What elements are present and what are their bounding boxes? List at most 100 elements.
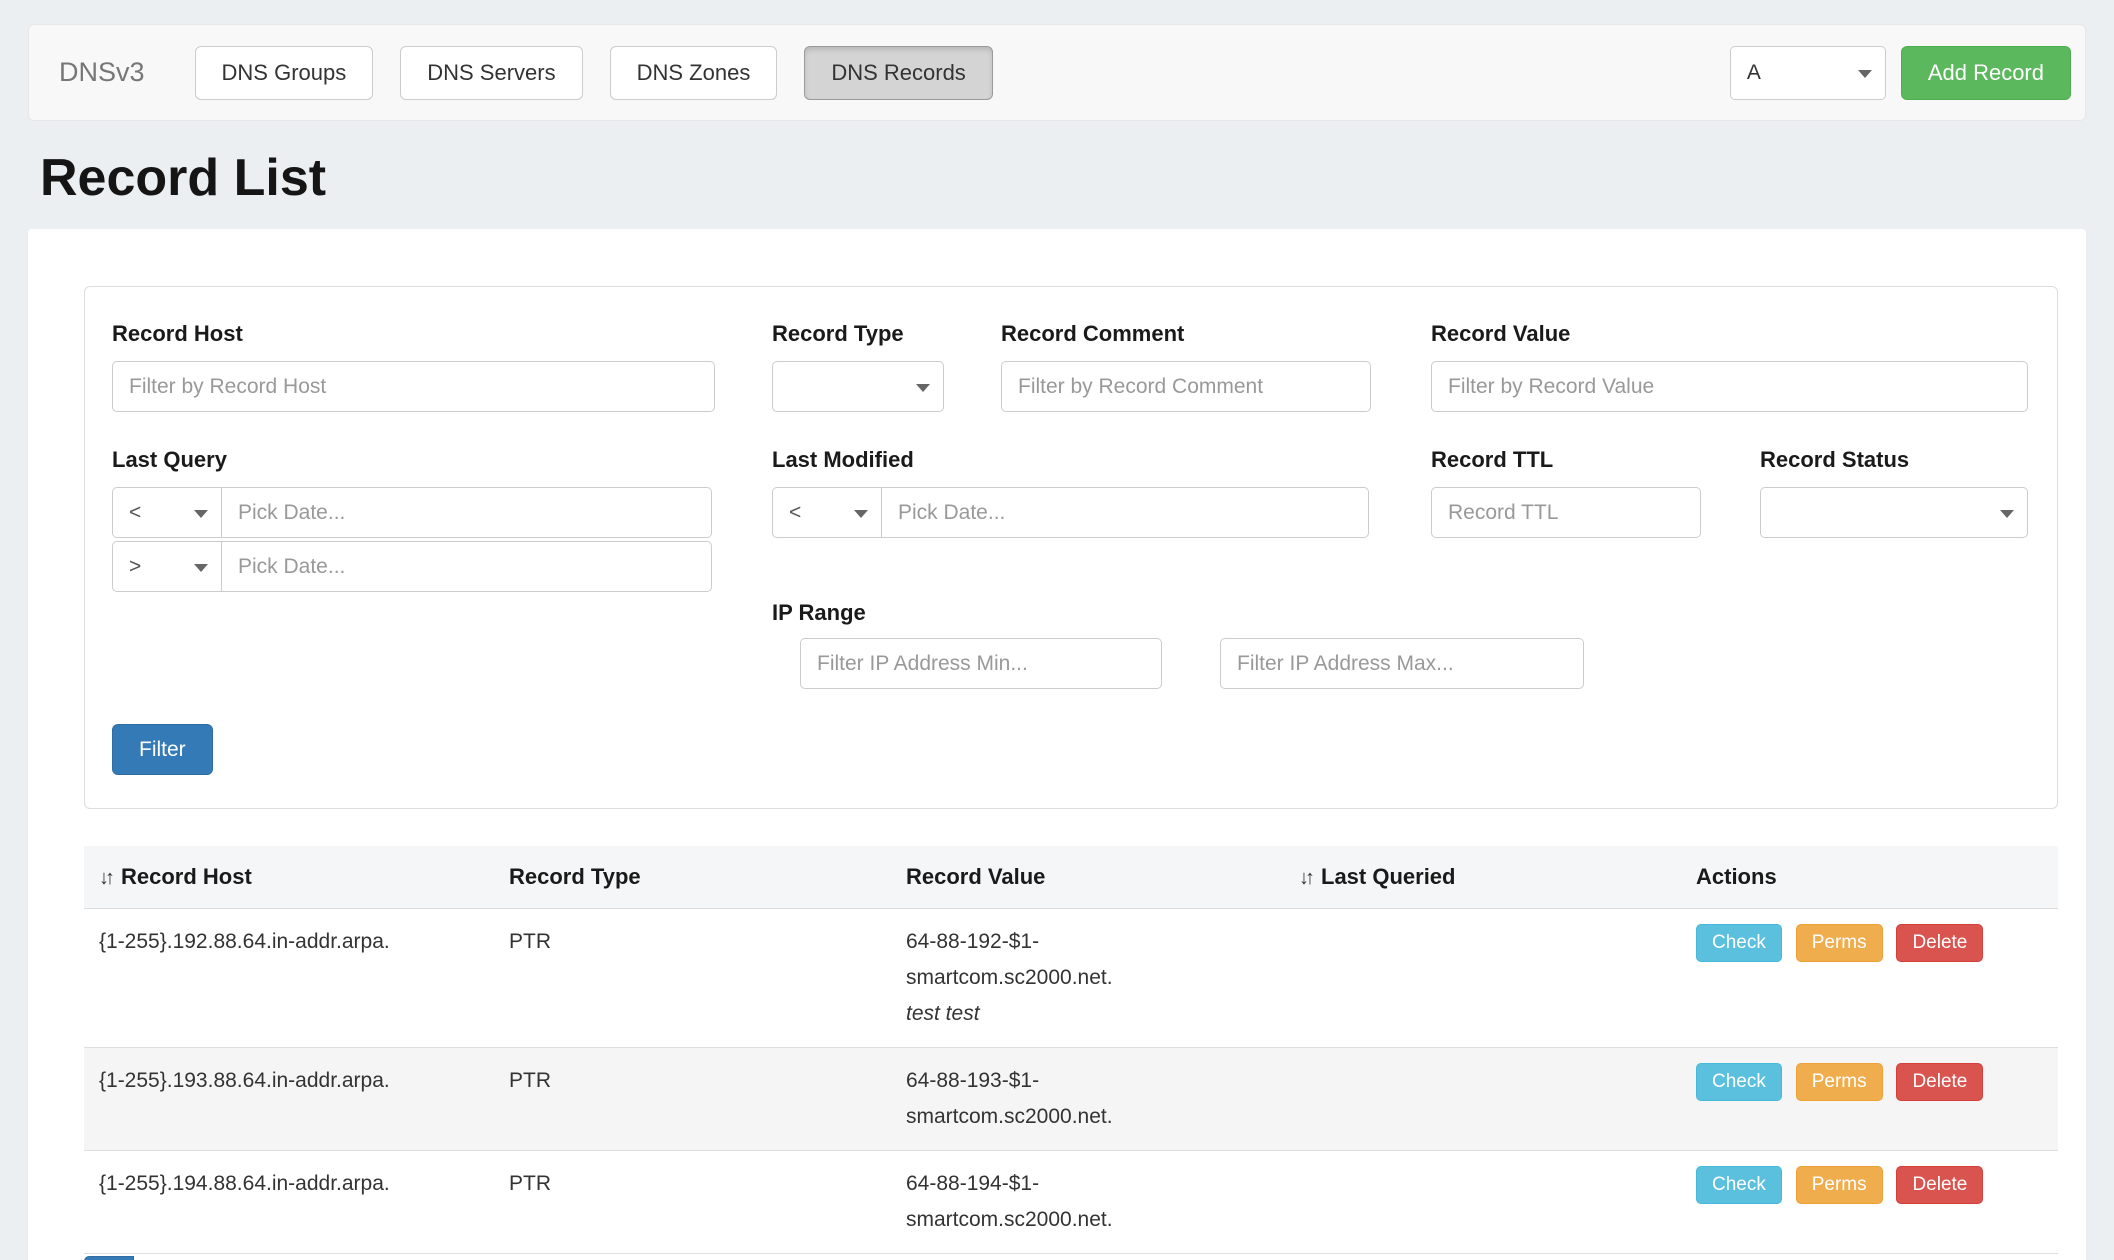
caret-down-icon <box>194 564 208 572</box>
table-header-row: ↓↑ Record Host Record Type Record Value ↓… <box>84 846 2058 909</box>
header-actions: Actions <box>1681 846 2058 909</box>
last-query-operator-select-greater[interactable]: > <box>112 541 222 592</box>
header-last-queried-label: Last Queried <box>1321 864 1455 889</box>
header-record-value-label: Record Value <box>906 864 1045 889</box>
table-row: {1-255}.193.88.64.in-addr.arpa. PTR 64-8… <box>84 1048 2058 1151</box>
last-modified-group: < <box>772 487 1369 538</box>
record-type-filter-select[interactable] <box>772 361 944 412</box>
last-query-after-date-input[interactable] <box>221 541 712 592</box>
record-value-text: 64-88-194-$1-smartcom.sc2000.net. <box>906 1166 1168 1238</box>
cell-last-queried <box>1284 1151 1681 1254</box>
cell-record-host: {1-255}.194.88.64.in-addr.arpa. <box>84 1151 494 1254</box>
table-row: {1-255}.194.88.64.in-addr.arpa. PTR 64-8… <box>84 1151 2058 1254</box>
add-record-button[interactable]: Add Record <box>1901 46 2071 100</box>
record-host-value: {1-255}.192.88.64.in-addr.arpa. <box>99 930 390 953</box>
cell-record-type: PTR <box>494 1151 891 1254</box>
perms-button[interactable]: Perms <box>1796 924 1883 962</box>
content-card: Record Host Record Type Record Comment R… <box>28 229 2086 1260</box>
record-host-value: {1-255}.194.88.64.in-addr.arpa. <box>99 1172 390 1195</box>
cell-record-host: {1-255}.192.88.64.in-addr.arpa. <box>84 909 494 1048</box>
caret-down-icon <box>916 384 930 392</box>
perms-button[interactable]: Perms <box>1796 1063 1883 1101</box>
header-record-host-label: Record Host <box>121 864 252 889</box>
header-record-type: Record Type <box>494 846 891 909</box>
record-type-value: PTR <box>509 1172 551 1195</box>
record-ttl-input[interactable] <box>1431 487 1701 538</box>
record-host-label: Record Host <box>112 321 715 347</box>
record-type-select[interactable]: A <box>1730 46 1886 100</box>
record-comment-label: Record Comment <box>1001 321 1371 347</box>
record-value-label: Record Value <box>1431 321 2028 347</box>
record-type-label: Record Type <box>772 321 944 347</box>
cell-last-queried <box>1284 909 1681 1048</box>
caret-down-icon <box>2000 510 2014 518</box>
check-button[interactable]: Check <box>1696 1063 1782 1101</box>
cell-actions: Check Perms Delete <box>1681 1048 2058 1151</box>
nav-dns-groups[interactable]: DNS Groups <box>195 46 374 100</box>
nav-dns-records[interactable]: DNS Records <box>804 46 992 100</box>
pagination-cut[interactable] <box>84 1256 134 1260</box>
record-value-input[interactable] <box>1431 361 2028 412</box>
delete-button[interactable]: Delete <box>1896 1063 1983 1101</box>
record-value-text: 64-88-192-$1-smartcom.sc2000.net. <box>906 924 1168 996</box>
delete-button[interactable]: Delete <box>1896 924 1983 962</box>
record-type-select-value: A <box>1747 61 1761 85</box>
header-actions-label: Actions <box>1696 864 1777 889</box>
header-record-type-label: Record Type <box>509 864 641 889</box>
last-query-label: Last Query <box>112 447 712 473</box>
last-query-operator-select-less[interactable]: < <box>112 487 222 538</box>
filter-button[interactable]: Filter <box>112 724 213 775</box>
table-row: {1-255}.192.88.64.in-addr.arpa. PTR 64-8… <box>84 909 2058 1048</box>
nav-dns-zones[interactable]: DNS Zones <box>610 46 778 100</box>
check-button[interactable]: Check <box>1696 924 1782 962</box>
record-value-text: 64-88-193-$1-smartcom.sc2000.net. <box>906 1063 1168 1135</box>
header-last-queried[interactable]: ↓↑ Last Queried <box>1284 846 1681 909</box>
ip-range-label-group: IP Range <box>772 600 866 640</box>
check-button[interactable]: Check <box>1696 1166 1782 1204</box>
operator-value: < <box>129 501 141 525</box>
ip-address-max-input[interactable] <box>1220 638 1584 689</box>
operator-value: < <box>789 501 801 525</box>
last-modified-operator-select[interactable]: < <box>772 487 882 538</box>
caret-down-icon <box>854 510 868 518</box>
record-comment-input[interactable] <box>1001 361 1371 412</box>
cell-record-host: {1-255}.193.88.64.in-addr.arpa. <box>84 1048 494 1151</box>
filter-panel: Record Host Record Type Record Comment R… <box>84 286 2058 809</box>
brand: DNSv3 <box>59 57 145 88</box>
filter-group-last-query: Last Query < > <box>112 447 712 592</box>
record-host-value: {1-255}.193.88.64.in-addr.arpa. <box>99 1069 390 1092</box>
filter-group-record-status: Record Status <box>1760 447 2028 538</box>
operator-value: > <box>129 555 141 579</box>
caret-down-icon <box>194 510 208 518</box>
navbar: DNSv3 DNS Groups DNS Servers DNS Zones D… <box>28 24 2086 121</box>
cell-record-value: 64-88-193-$1-smartcom.sc2000.net. <box>891 1048 1284 1151</box>
ip-address-min-input[interactable] <box>800 638 1162 689</box>
record-host-input[interactable] <box>112 361 715 412</box>
sort-icon[interactable]: ↓↑ <box>1299 867 1311 890</box>
record-type-value: PTR <box>509 1069 551 1092</box>
last-query-before-date-input[interactable] <box>221 487 712 538</box>
record-status-select[interactable] <box>1760 487 2028 538</box>
ip-range-label: IP Range <box>772 600 866 626</box>
cell-last-queried <box>1284 1048 1681 1151</box>
records-table: ↓↑ Record Host Record Type Record Value ↓… <box>84 846 2058 1254</box>
filter-group-last-modified: Last Modified < <box>772 447 1369 538</box>
cell-actions: Check Perms Delete <box>1681 1151 2058 1254</box>
caret-down-icon <box>1858 70 1872 78</box>
last-modified-date-input[interactable] <box>881 487 1369 538</box>
filter-group-record-type: Record Type <box>772 321 944 412</box>
filter-group-record-comment: Record Comment <box>1001 321 1371 412</box>
perms-button[interactable]: Perms <box>1796 1166 1883 1204</box>
header-record-value: Record Value <box>891 846 1284 909</box>
page-title: Record List <box>40 149 2086 207</box>
header-record-host[interactable]: ↓↑ Record Host <box>84 846 494 909</box>
sort-icon[interactable]: ↓↑ <box>99 867 111 890</box>
delete-button[interactable]: Delete <box>1896 1166 1983 1204</box>
record-ttl-label: Record TTL <box>1431 447 1701 473</box>
record-type-value: PTR <box>509 930 551 953</box>
last-query-before-group: < <box>112 487 712 538</box>
cell-record-value: 64-88-194-$1-smartcom.sc2000.net. <box>891 1151 1284 1254</box>
filter-group-record-ttl: Record TTL <box>1431 447 1701 538</box>
nav-dns-servers[interactable]: DNS Servers <box>400 46 582 100</box>
filter-group-record-host: Record Host <box>112 321 715 412</box>
